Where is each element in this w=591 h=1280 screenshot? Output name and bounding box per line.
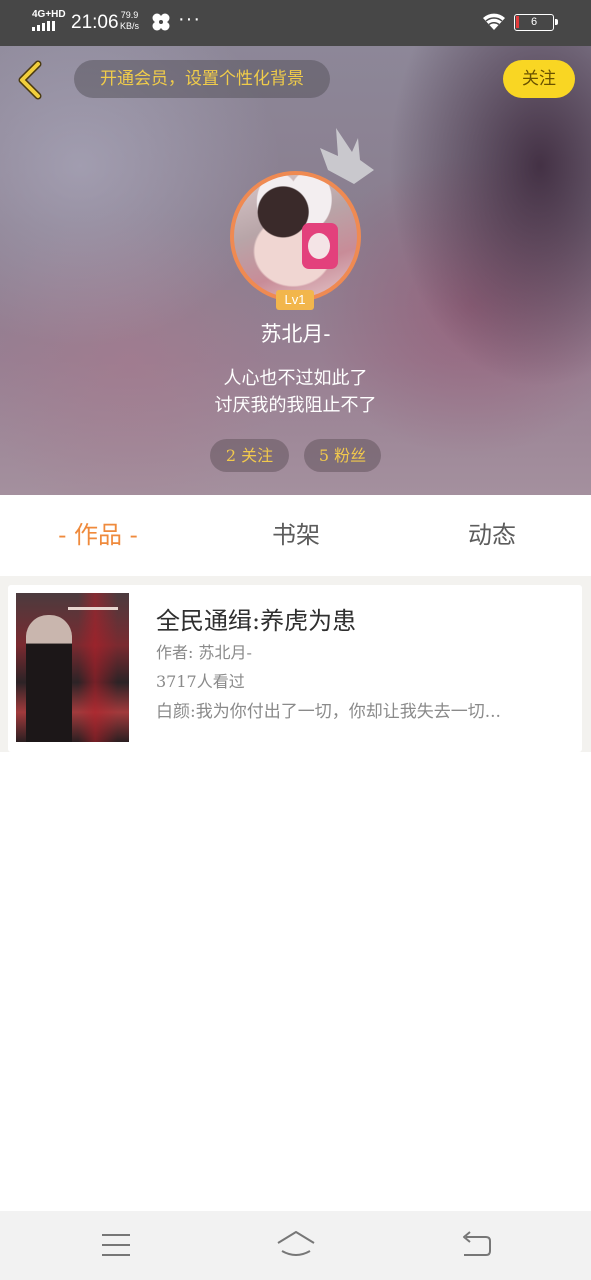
following-count-button[interactable]: 2 关注 [210,439,289,472]
status-bar: 4G+HD 21:06 79.9 KB/s ··· 6 [0,0,591,46]
book-title: 全民通缉:养虎为患 [156,607,357,635]
wifi-icon [483,13,505,30]
tab-bookshelf[interactable]: 书架 [236,495,356,576]
menu-icon[interactable] [96,1229,136,1261]
vip-background-button[interactable]: 开通会员，设置个性化背景 [74,60,330,98]
bio: 人心也不过如此了 讨厌我的我阻止不了 [0,365,591,419]
battery-level: 6 [530,16,538,28]
profile-tabs: - 作品 - 书架 动态 [0,495,591,576]
avatar[interactable] [230,171,361,302]
bio-line-2: 讨厌我的我阻止不了 [214,395,377,416]
book-cover [16,593,129,742]
list-item[interactable]: 全民通缉:养虎为患 作者: 苏北月- 3717人看过 白颜:我为你付出了一切，你… [8,585,582,752]
follow-button[interactable]: 关注 [503,60,575,98]
profile-header: 开通会员，设置个性化背景 关注 Lv1 苏北月- 人心也不过如此了 讨厌我的我阻… [0,46,591,495]
tab-dynamic[interactable]: 动态 [432,495,552,576]
speed-value: 79.9 [120,10,139,20]
tab-works[interactable]: - 作品 - [38,495,158,576]
level-badge: Lv1 [276,290,314,310]
book-readers: 3717人看过 [156,672,245,691]
battery-icon: 6 [514,14,558,31]
more-indicator: ··· [178,8,201,30]
signal-icon [32,21,55,31]
book-intro: 白颜:我为你付出了一切，你却让我失去一切... [156,702,501,722]
works-list: 全民通缉:养虎为患 作者: 苏北月- 3717人看过 白颜:我为你付出了一切，你… [0,576,591,752]
cover-figure [26,615,72,742]
username: 苏北月- [260,322,331,346]
fans-count-button[interactable]: 5 粉丝 [304,439,381,472]
system-nav-bar [0,1211,591,1280]
network-speed: 79.9 KB/s [120,10,139,32]
bio-line-1: 人心也不过如此了 [223,368,368,389]
network-type: 4G+HD [32,9,66,20]
chevron-left-icon[interactable] [14,60,48,100]
home-icon[interactable] [276,1229,316,1261]
cover-title-strip [68,607,118,610]
speed-unit: KB/s [120,21,140,31]
clock: 21:06 [71,12,119,33]
fan-icon [152,13,170,31]
back-icon[interactable] [456,1229,496,1261]
book-author: 作者: 苏北月- [156,643,252,662]
avatar-phone-shape [302,223,338,269]
